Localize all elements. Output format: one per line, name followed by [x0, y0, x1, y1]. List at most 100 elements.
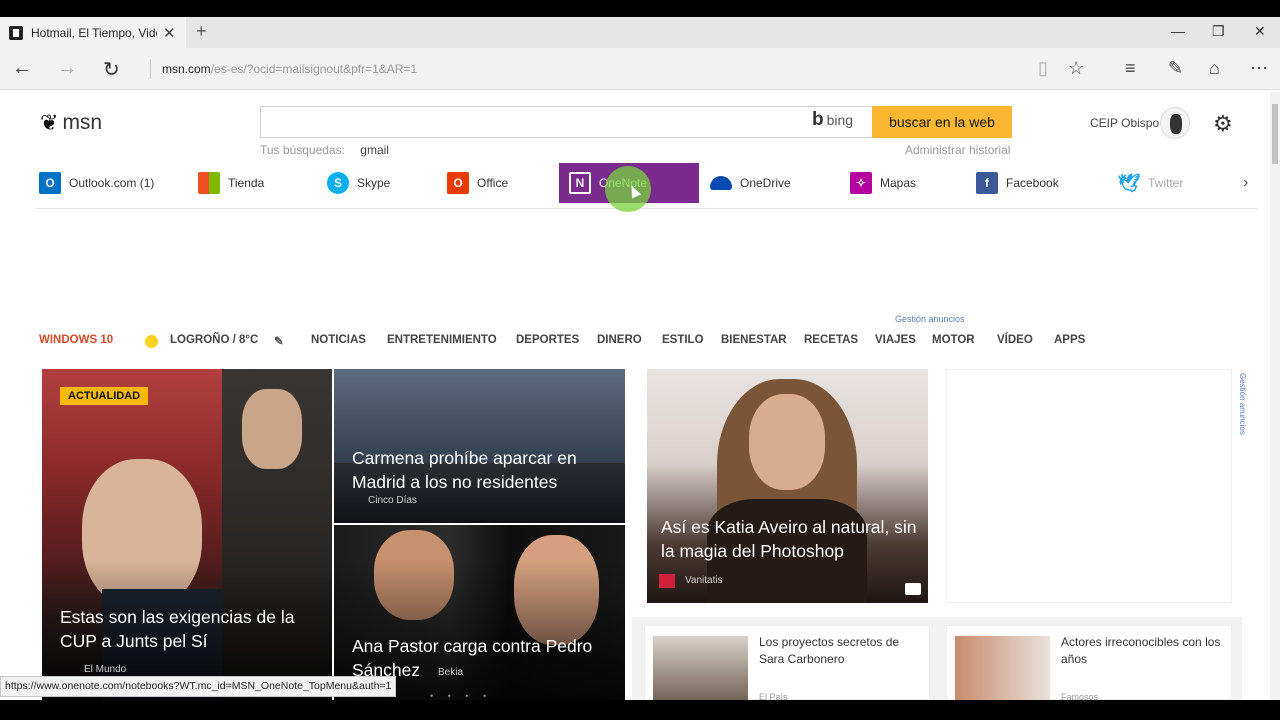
app-outlook[interactable]: O Outlook.com (1) — [39, 163, 154, 203]
close-window-icon[interactable]: ✕ — [1254, 23, 1266, 40]
edit-pencil-icon[interactable]: ✎ — [274, 334, 284, 348]
news-tile-4[interactable] — [647, 369, 928, 603]
mini-news-card[interactable]: Los proyectos secretos de Sara Carbonero… — [644, 625, 930, 700]
mini-thumbnail — [653, 636, 748, 700]
skype-icon: S — [327, 172, 349, 194]
gear-icon[interactable]: ⚙ — [1213, 111, 1233, 137]
source-4: Vanitatis — [685, 575, 723, 586]
app-label: Office — [477, 176, 509, 190]
share-icon[interactable]: ⌂ — [1209, 58, 1220, 79]
nav-entretenimiento[interactable]: ENTRETENIMIENTO — [387, 334, 497, 346]
avatar[interactable] — [1160, 107, 1190, 139]
reading-view-icon[interactable]: ▯ — [1038, 58, 1048, 79]
url-path: /es-es/?ocid=mailsignout&pfr=1&AR=1 — [210, 62, 418, 76]
app-store[interactable]: Tienda — [198, 163, 264, 203]
forward-icon[interactable]: → — [57, 57, 77, 80]
headline-2[interactable]: Carmena prohíbe aparcar en Madrid a los … — [352, 446, 612, 494]
browser-window: Hotmail, El Tiempo, Vide ✕ + — ❐ ✕ ← → ↻… — [0, 17, 1280, 700]
mini-thumbnail — [955, 636, 1050, 700]
onedrive-cloud-icon — [710, 176, 732, 190]
app-onedrive[interactable]: OneDrive — [710, 163, 791, 203]
minimize-icon[interactable]: — — [1171, 23, 1185, 39]
mini-source: El País — [759, 692, 788, 700]
favorite-star-icon[interactable]: ☆ — [1068, 58, 1084, 79]
app-skype[interactable]: S Skype — [327, 163, 390, 203]
sun-weather-icon — [145, 335, 158, 348]
camera-icon — [905, 583, 921, 595]
recent-searches: Tus búsquedas: gmail — [260, 143, 389, 157]
mini-source: Famosos — [1061, 692, 1099, 700]
app-label: Twitter — [1148, 176, 1184, 190]
nav-motor[interactable]: MOTOR — [932, 334, 975, 346]
source-2: Cinco Días — [368, 495, 417, 506]
mini-news-card[interactable]: Actores irreconocibles con los años Famo… — [946, 625, 1232, 700]
app-label: Mapas — [880, 176, 917, 190]
tab-close-icon[interactable]: ✕ — [163, 24, 176, 42]
app-maps[interactable]: ✧ Mapas — [850, 163, 916, 203]
nav-bienestar[interactable]: BIENESTAR — [721, 334, 787, 346]
nav-noticias[interactable]: NOTICIAS — [311, 334, 366, 346]
msn-logo[interactable]: ❦ msn — [40, 110, 102, 136]
butterfly-icon: ❦ — [40, 110, 59, 135]
mini-headline: Actores irreconocibles con los años — [1061, 635, 1221, 666]
app-label: Tienda — [228, 176, 265, 190]
nav-windows10[interactable]: WINDOWS 10 — [39, 334, 113, 346]
facebook-icon: f — [976, 172, 998, 194]
bing-label: bing — [826, 112, 854, 128]
status-bar-url: https://www.onenote.com/notebooks?WT.mc_… — [0, 676, 397, 697]
refresh-icon[interactable]: ↻ — [103, 57, 120, 82]
browser-tab[interactable]: Hotmail, El Tiempo, Vide ✕ — [0, 17, 186, 48]
app-label: OneDrive — [740, 176, 791, 190]
ad-slot — [946, 369, 1232, 603]
app-office[interactable]: O Office — [447, 163, 508, 203]
outlook-icon: O — [39, 172, 61, 194]
nav-apps[interactable]: APPS — [1054, 334, 1085, 346]
onenote-icon: N — [569, 172, 591, 194]
nav-weather[interactable]: LOGROÑO / 8°C — [170, 334, 258, 346]
logo-text: msn — [62, 111, 103, 134]
ad-management-link[interactable]: Gestión anuncios — [895, 314, 965, 324]
address-bar[interactable]: msn.com/es-es/?ocid=mailsignout&pfr=1&AR… — [150, 59, 1010, 79]
restore-icon[interactable]: ❐ — [1212, 23, 1225, 40]
office-icon: O — [447, 172, 469, 194]
nav-dinero[interactable]: DINERO — [597, 334, 642, 346]
app-facebook[interactable]: f Facebook — [976, 163, 1059, 203]
web-note-icon[interactable]: ✎ — [1168, 58, 1183, 79]
hub-icon[interactable]: ≡ — [1125, 58, 1136, 79]
recent-query-link[interactable]: gmail — [360, 143, 389, 157]
headline-4[interactable]: Así es Katia Aveiro al natural, sin la m… — [661, 515, 921, 563]
app-label: Facebook — [1006, 176, 1059, 190]
category-badge: ACTUALIDAD — [60, 387, 149, 405]
user-name[interactable]: CEIP Obispo — [1090, 116, 1159, 130]
side-ad-label[interactable]: Gestión anuncios — [1238, 373, 1247, 435]
new-tab-button[interactable]: + — [196, 21, 207, 42]
source-3: Bekia — [438, 667, 464, 678]
bing-icon: b — [812, 109, 824, 130]
navigation-bar: ← → ↻ msn.com/es-es/?ocid=mailsignout&pf… — [0, 48, 1280, 90]
more-icon[interactable]: ⋯ — [1250, 58, 1268, 79]
search-web-button[interactable]: buscar en la web — [872, 106, 1012, 138]
url-host: msn.com — [162, 62, 211, 76]
headline-main[interactable]: Estas son las exigencias de la CUP a Jun… — [60, 605, 320, 653]
chevron-right-icon[interactable]: › — [1243, 174, 1248, 192]
app-twitter[interactable]: 🕊 Twitter — [1117, 163, 1184, 203]
scrollbar-thumb[interactable] — [1272, 104, 1278, 164]
back-icon[interactable]: ← — [12, 57, 32, 80]
nav-deportes[interactable]: DEPORTES — [516, 334, 579, 346]
nav-recetas[interactable]: RECETAS — [804, 334, 858, 346]
nav-video[interactable]: VÍDEO — [997, 334, 1033, 346]
photo-face — [749, 394, 825, 490]
maps-icon: ✧ — [850, 172, 872, 194]
bing-brand: b bing — [812, 109, 853, 131]
vertical-scrollbar[interactable] — [1270, 92, 1280, 700]
twitter-icon: 🕊 — [1117, 172, 1141, 193]
nav-viajes[interactable]: VIAJES — [875, 334, 916, 346]
app-label: Outlook.com (1) — [69, 176, 155, 190]
manage-history-link[interactable]: Administrar historial — [905, 143, 1010, 157]
store-icon — [198, 172, 220, 194]
nav-estilo[interactable]: ESTILO — [662, 334, 704, 346]
source-logo-icon — [659, 574, 675, 588]
carousel-dots[interactable]: • • • • — [430, 691, 492, 700]
tab-title: Hotmail, El Tiempo, Vide — [31, 25, 157, 40]
headline-3[interactable]: Ana Pastor carga contra Pedro Sánchez — [352, 634, 612, 682]
